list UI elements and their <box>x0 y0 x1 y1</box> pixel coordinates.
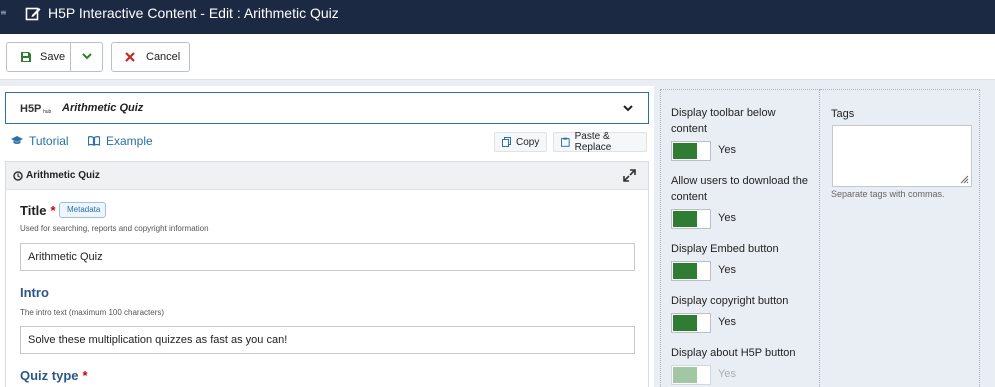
setting-embed-button: Display Embed button Yes <box>671 241 811 281</box>
library-selector[interactable]: H5P hub Arithmetic Quiz <box>5 92 649 124</box>
setting-label: Display toolbar below content <box>671 107 776 135</box>
title-input[interactable]: Arithmetic Quiz <box>20 243 635 271</box>
intro-field-label: Intro <box>20 285 49 300</box>
display-options-panel: Display toolbar below content Yes Allow … <box>660 89 820 387</box>
example-link[interactable]: Example <box>88 134 153 148</box>
toggle-switch[interactable] <box>671 209 711 229</box>
metadata-button[interactable]: Metadata <box>59 202 107 218</box>
h5p-logo: H5P hub <box>20 102 54 115</box>
toggle-knob <box>673 367 697 383</box>
library-icon <box>13 171 23 181</box>
setting-copyright-button: Display copyright button Yes <box>671 293 811 333</box>
toggle-knob <box>673 315 697 331</box>
toggle-value: Yes <box>718 368 736 380</box>
toggle-value: Yes <box>718 144 736 156</box>
toggle-switch[interactable] <box>671 313 711 333</box>
book-icon <box>88 136 100 146</box>
intro-input[interactable]: Solve these multiplication quizzes as fa… <box>20 326 635 354</box>
save-button[interactable]: Save <box>6 42 71 72</box>
paste-replace-button[interactable]: Paste & Replace <box>553 131 647 153</box>
tags-label: Tags <box>831 108 855 120</box>
tutorial-link-label: Tutorial <box>29 134 69 148</box>
title-bar: ≡ H5P Interactive Content - Edit : Arith… <box>0 0 995 34</box>
setting-about-h5p-button: Display about H5P button Yes <box>671 345 811 385</box>
svg-text:H5P: H5P <box>20 103 41 114</box>
save-icon <box>20 51 32 63</box>
setting-label: Display Embed button <box>671 243 779 255</box>
example-link-label: Example <box>106 134 153 148</box>
toggle-knob <box>673 143 697 159</box>
title-field-label: Title * <box>20 203 56 218</box>
menu-toggle-icon[interactable]: ≡ <box>0 8 8 18</box>
setting-allow-download: Allow users to download the content Yes <box>671 173 811 229</box>
toggle-value: Yes <box>718 264 736 276</box>
library-name: Arithmetic Quiz <box>62 102 144 114</box>
chevron-down-icon <box>81 51 92 63</box>
required-marker: * <box>50 203 56 218</box>
editor-panel: H5P hub Arithmetic Quiz Tutorial Example … <box>0 86 654 387</box>
content-form: Arithmetic Quiz Title * Metadata Used for… <box>5 161 649 387</box>
toggle-knob <box>673 211 697 227</box>
close-icon <box>125 52 135 62</box>
tags-help-text: Separate tags with commas. <box>831 189 945 199</box>
resize-handle-icon[interactable] <box>959 174 969 184</box>
quiz-type-label-text: Quiz type <box>20 368 79 383</box>
chevron-down-icon <box>622 103 634 113</box>
save-button-label: Save <box>40 51 66 63</box>
setting-label: Allow users to download the content <box>671 175 808 203</box>
required-marker: * <box>82 368 88 383</box>
setting-label: Display copyright button <box>671 295 789 307</box>
tags-input[interactable] <box>832 125 972 187</box>
toggle-switch[interactable] <box>671 141 711 161</box>
expand-icon[interactable] <box>623 169 636 182</box>
edit-icon <box>25 5 41 21</box>
copy-icon <box>502 137 511 147</box>
save-options-dropdown[interactable] <box>70 42 103 72</box>
setting-label: Display about H5P button <box>671 347 796 359</box>
toggle-value: Yes <box>718 212 736 224</box>
graduation-cap-icon <box>11 136 23 144</box>
title-description: Used for searching, reports and copyrigh… <box>20 224 209 233</box>
tutorial-link[interactable]: Tutorial <box>11 134 69 148</box>
paste-replace-button-label: Paste & Replace <box>574 131 612 153</box>
setting-display-toolbar: Display toolbar below content Yes <box>671 105 811 161</box>
toggle-switch <box>671 365 711 385</box>
toggle-knob <box>673 263 697 279</box>
toolbar: Save Cancel <box>0 34 995 80</box>
form-title: Arithmetic Quiz <box>26 170 100 181</box>
title-label-text: Title <box>20 203 47 218</box>
cancel-button-label: Cancel <box>146 51 181 63</box>
svg-text:hub: hub <box>43 109 52 114</box>
page-title: H5P Interactive Content - Edit : Arithme… <box>48 5 339 21</box>
copy-button-label: Copy <box>516 136 540 148</box>
cancel-button[interactable]: Cancel <box>111 42 190 72</box>
paste-icon <box>561 137 570 147</box>
toggle-value: Yes <box>718 316 736 328</box>
intro-description: The intro text (maximum 100 characters) <box>20 308 165 317</box>
tags-panel: Tags Separate tags with commas. <box>820 89 980 387</box>
copy-button[interactable]: Copy <box>494 132 547 152</box>
quiz-type-field-label: Quiz type * <box>20 368 88 383</box>
form-header: Arithmetic Quiz <box>6 162 648 190</box>
toggle-switch[interactable] <box>671 261 711 281</box>
